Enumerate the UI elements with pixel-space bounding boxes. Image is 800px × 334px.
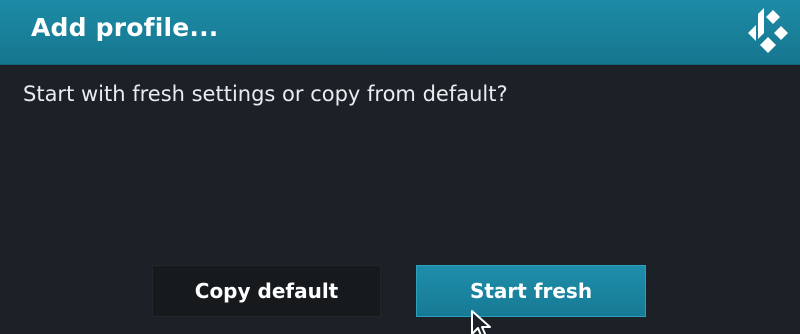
add-profile-dialog: Add profile... Start with fresh settings… — [0, 0, 800, 334]
copy-default-button[interactable]: Copy default — [152, 265, 381, 317]
start-fresh-button[interactable]: Start fresh — [416, 265, 646, 317]
dialog-message: Start with fresh settings or copy from d… — [23, 82, 508, 106]
mouse-pointer-icon — [471, 310, 491, 334]
kodi-logo-icon — [748, 8, 788, 53]
dialog-title: Add profile... — [31, 13, 219, 42]
dialog-titlebar: Add profile... — [0, 0, 800, 65]
